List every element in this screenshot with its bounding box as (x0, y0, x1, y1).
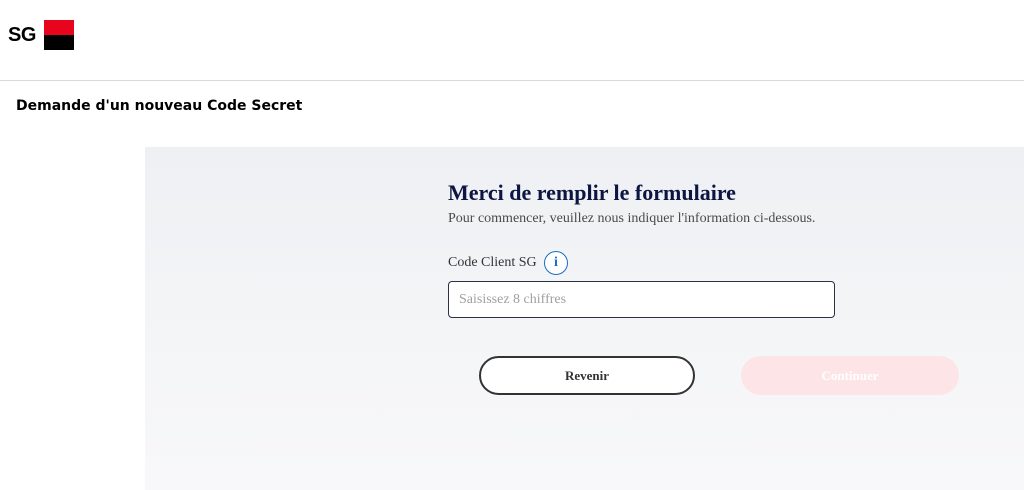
continue-button[interactable]: Continuer (741, 356, 959, 395)
site-header: SG (0, 0, 1024, 81)
logo-mark-icon (44, 20, 74, 50)
code-client-label: Code Client SG (448, 255, 537, 270)
logo-text: SG (8, 24, 36, 46)
logo-red-band (44, 20, 74, 35)
logo-black-band (44, 35, 74, 50)
code-client-input[interactable] (448, 281, 835, 318)
back-button[interactable]: Revenir (479, 356, 695, 395)
sg-logo[interactable]: SG (8, 20, 78, 50)
page-title: Demande d'un nouveau Code Secret (16, 98, 303, 114)
form-subtitle: Pour commencer, veuillez nous indiquer l… (448, 211, 816, 226)
form-title: Merci de remplir le formulaire (448, 180, 736, 205)
info-icon[interactable]: i (544, 251, 568, 275)
